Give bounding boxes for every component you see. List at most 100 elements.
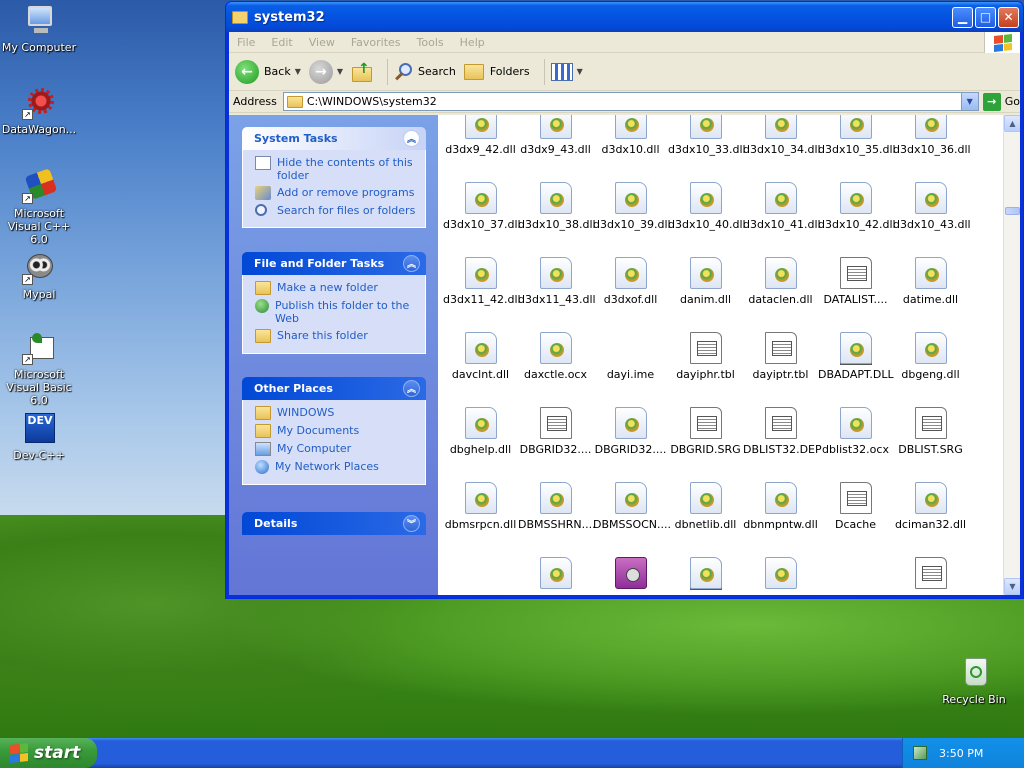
menu-view[interactable]: View xyxy=(301,36,343,49)
file-item[interactable]: dbnetlib.dll xyxy=(668,482,743,531)
file-item[interactable]: d3dx10_43.dll xyxy=(893,182,971,231)
desktop-icon-mypal[interactable]: ↗ Mypal xyxy=(0,251,79,301)
file-item[interactable]: DBMSSHRN.... xyxy=(518,482,596,531)
views-button[interactable]: ▼ xyxy=(550,62,583,81)
file-item[interactable]: dblist32.ocx xyxy=(818,407,893,456)
collapse-chevron-icon[interactable]: ︽ xyxy=(403,255,420,272)
file-item[interactable]: DBMSSOCN.... xyxy=(593,482,671,531)
desktop-icon-my-computer[interactable]: My Computer xyxy=(0,4,79,54)
file-item[interactable]: d3dx10_42.dll xyxy=(818,182,896,231)
network-tray-icon[interactable] xyxy=(913,746,927,760)
file-list[interactable]: d3dx9_42.dll d3dx9_43.dll d3dx10.dll d3dx10… xyxy=(438,115,1020,595)
file-item[interactable]: daxctle.ocx xyxy=(518,332,593,381)
file-item[interactable]: dbnmpntw.dll xyxy=(743,482,818,531)
scroll-up-button[interactable]: ▲ xyxy=(1004,115,1020,132)
file-item[interactable]: d3dx10_40.dll xyxy=(668,182,746,231)
up-folder-button[interactable]: ↑ xyxy=(351,61,373,83)
file-item[interactable]: d3dx10_39.dll xyxy=(593,182,671,231)
address-dropdown-button[interactable]: ▼ xyxy=(960,93,978,110)
desktop-icon-dev-cpp[interactable]: DEV Dev-C++ xyxy=(0,412,79,462)
collapse-chevron-icon[interactable]: ︽ xyxy=(403,380,420,397)
file-item[interactable]: d3dx10_35.dll xyxy=(818,115,896,156)
file-item[interactable]: d3dxof.dll xyxy=(593,257,668,306)
file-item[interactable]: dayiphr.tbl xyxy=(668,332,743,381)
file-item[interactable]: d3dx11_42.dll xyxy=(443,257,521,306)
file-item[interactable] xyxy=(743,557,818,593)
maximize-button[interactable]: □ xyxy=(975,6,996,28)
scroll-thumb[interactable] xyxy=(1005,207,1020,215)
desktop-icon-datawagon[interactable]: ↗ DataWagon... xyxy=(0,86,79,136)
file-item[interactable] xyxy=(518,557,593,593)
file-item[interactable] xyxy=(668,557,743,593)
file-item[interactable] xyxy=(443,557,722,593)
clock[interactable]: 3:50 PM xyxy=(939,747,983,760)
file-item[interactable]: DBGRID32.... xyxy=(518,407,593,456)
file-item[interactable]: d3dx10.dll xyxy=(593,115,668,156)
file-item[interactable]: d3dx10_33.dll xyxy=(668,115,746,156)
task-publish-web[interactable]: Publish this folder to the Web xyxy=(255,299,425,325)
dropdown-arrow-icon[interactable]: ▼ xyxy=(295,67,301,76)
file-item[interactable]: datime.dll xyxy=(893,257,968,306)
file-item[interactable]: d3dx10_34.dll xyxy=(743,115,821,156)
go-button[interactable]: → Go xyxy=(982,92,1020,111)
file-item[interactable]: davclnt.dll xyxy=(443,332,518,381)
place-my-computer[interactable]: My Computer xyxy=(255,442,425,456)
search-button[interactable]: Search xyxy=(394,62,456,82)
file-item[interactable]: dbgeng.dll xyxy=(893,332,968,381)
close-button[interactable]: ✕ xyxy=(998,6,1019,28)
expand-chevron-icon[interactable]: ︾ xyxy=(403,515,420,532)
menu-tools[interactable]: Tools xyxy=(409,36,452,49)
desktop-icon-visual-basic[interactable]: ↗ Microsoft Visual Basic 6.0 xyxy=(0,331,79,407)
file-item[interactable]: d3dx10_41.dll xyxy=(743,182,821,231)
file-folder-tasks-header[interactable]: File and Folder Tasks ︽ xyxy=(242,252,426,275)
file-item[interactable]: dayiptr.tbl xyxy=(743,332,818,381)
file-item[interactable]: danim.dll xyxy=(668,257,743,306)
task-share-folder[interactable]: Share this folder xyxy=(255,329,425,343)
folders-button[interactable]: Folders xyxy=(463,63,530,80)
task-add-remove-programs[interactable]: Add or remove programs xyxy=(255,186,425,200)
menu-help[interactable]: Help xyxy=(452,36,493,49)
place-my-network-places[interactable]: My Network Places xyxy=(255,460,425,474)
title-bar[interactable]: system32 ▁ □ ✕ xyxy=(226,2,1023,32)
desktop-icon-visual-cpp[interactable]: ↗ Microsoft Visual C++ 6.0 xyxy=(0,168,79,246)
back-button[interactable]: ← Back ▼ xyxy=(235,59,301,84)
menu-favorites[interactable]: Favorites xyxy=(343,36,409,49)
file-item[interactable]: dayi.ime xyxy=(593,332,872,381)
file-item[interactable]: dbmsrpcn.dll xyxy=(443,482,518,531)
file-item[interactable] xyxy=(818,557,893,593)
file-item[interactable]: d3dx11_43.dll xyxy=(518,257,596,306)
file-item[interactable]: d3dx9_43.dll xyxy=(518,115,593,156)
dropdown-arrow-icon[interactable]: ▼ xyxy=(337,67,343,76)
task-hide-contents[interactable]: Hide the contents of this folder xyxy=(255,156,425,182)
file-item[interactable]: Dcache xyxy=(818,482,893,531)
desktop-icon-recycle-bin[interactable]: Recycle Bin xyxy=(934,656,1014,706)
other-places-header[interactable]: Other Places ︽ xyxy=(242,377,426,400)
file-item[interactable]: DBADAPT.DLL xyxy=(818,332,894,381)
forward-button[interactable]: → ▼ xyxy=(308,59,343,84)
file-item[interactable]: dbghelp.dll xyxy=(443,407,518,456)
file-item[interactable]: d3dx9_42.dll xyxy=(443,115,518,156)
file-item[interactable] xyxy=(893,557,968,593)
scroll-down-button[interactable]: ▼ xyxy=(1004,578,1020,595)
file-item[interactable]: d3dx10_38.dll xyxy=(518,182,596,231)
menu-file[interactable]: File xyxy=(229,36,263,49)
file-item[interactable]: d3dx10_37.dll xyxy=(443,182,521,231)
place-my-documents[interactable]: My Documents xyxy=(255,424,425,438)
file-item[interactable]: dataclen.dll xyxy=(743,257,818,306)
file-item[interactable]: DBLIST.SRG xyxy=(893,407,968,456)
start-button[interactable]: start xyxy=(0,738,97,768)
file-item[interactable]: d3dx10_36.dll xyxy=(893,115,971,156)
file-item[interactable] xyxy=(593,557,668,593)
address-input[interactable]: C:\WINDOWS\system32 ▼ xyxy=(282,92,979,111)
vertical-scrollbar[interactable]: ▲ ▼ xyxy=(1003,115,1020,595)
file-item[interactable]: DBLIST32.DEP xyxy=(743,407,822,456)
file-item[interactable]: dciman32.dll xyxy=(893,482,968,531)
dropdown-arrow-icon[interactable]: ▼ xyxy=(577,67,583,76)
system-tasks-header[interactable]: System Tasks ︽ xyxy=(242,127,426,150)
details-header[interactable]: Details ︾ xyxy=(242,512,426,535)
file-item[interactable]: DATALIST.... xyxy=(818,257,893,306)
task-search-files[interactable]: Search for files or folders xyxy=(255,204,425,217)
file-item[interactable]: DBGRID32.... xyxy=(593,407,668,456)
menu-edit[interactable]: Edit xyxy=(263,36,300,49)
place-windows[interactable]: WINDOWS xyxy=(255,406,425,420)
